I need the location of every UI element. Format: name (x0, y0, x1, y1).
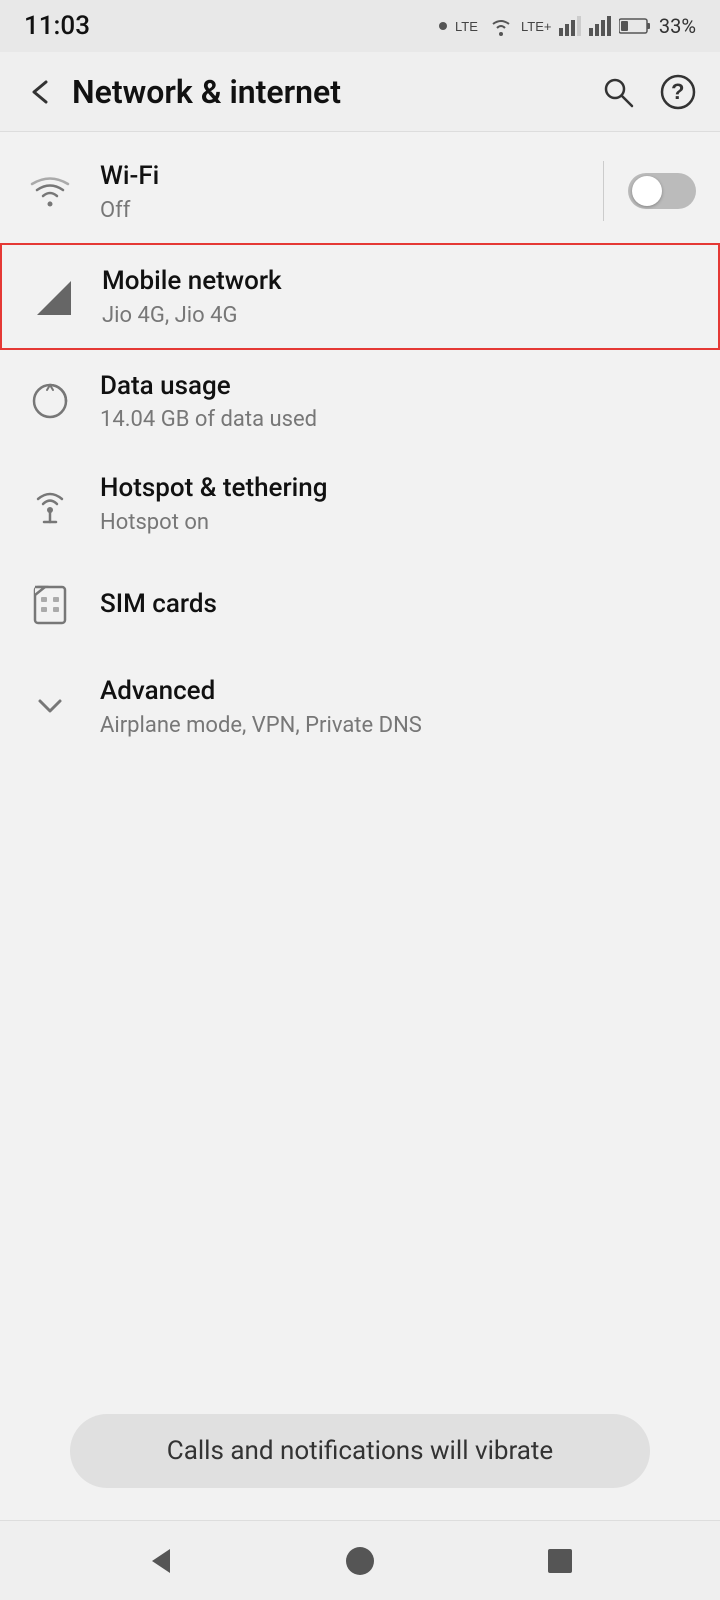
wifi-toggle[interactable] (628, 173, 696, 209)
wifi-sublabel: Off (100, 198, 579, 223)
content-spacer (0, 1082, 720, 1398)
lte-call-icon: LTE (455, 15, 481, 37)
toolbar: Network & internet ? (0, 52, 720, 132)
back-button[interactable] (16, 68, 64, 116)
wifi-toggle-knob (632, 176, 662, 206)
nav-home-icon (342, 1543, 378, 1579)
data-usage-label: Data usage (100, 370, 696, 404)
signal-bars-icon (559, 16, 581, 36)
page-title: Network & internet (72, 73, 592, 111)
data-usage-icon (24, 375, 76, 427)
status-time: 11:03 (24, 11, 90, 41)
settings-item-mobile-network[interactable]: Mobile network Jio 4G, Jio 4G (0, 243, 720, 350)
advanced-sublabel: Airplane mode, VPN, Private DNS (100, 713, 696, 738)
settings-item-wifi[interactable]: Wi-Fi Off (0, 140, 720, 243)
data-usage-text: Data usage 14.04 GB of data used (100, 370, 696, 433)
search-icon (600, 74, 636, 110)
wifi-icon (24, 165, 76, 217)
sim-cards-label: SIM cards (100, 588, 696, 622)
nav-back-icon (142, 1543, 178, 1579)
settings-item-data-usage[interactable]: Data usage 14.04 GB of data used (0, 350, 720, 453)
sim-cards-text: SIM cards (100, 588, 696, 622)
bottom-nav (0, 1520, 720, 1600)
nav-back-button[interactable] (130, 1531, 190, 1591)
status-icons: LTE LTE+ (439, 14, 696, 38)
help-button[interactable]: ? (652, 66, 704, 118)
help-icon: ? (660, 74, 696, 110)
settings-item-hotspot[interactable]: Hotspot & tethering Hotspot on (0, 452, 720, 555)
wifi-status-icon (489, 16, 513, 36)
nav-recents-button[interactable] (530, 1531, 590, 1591)
advanced-text: Advanced Airplane mode, VPN, Private DNS (100, 675, 696, 738)
hotspot-label: Hotspot & tethering (100, 472, 696, 506)
hotspot-icon (24, 478, 76, 530)
wifi-label: Wi-Fi (100, 160, 579, 194)
mobile-network-text: Mobile network Jio 4G, Jio 4G (102, 265, 694, 328)
toolbar-actions: ? (592, 66, 704, 118)
mobile-network-label: Mobile network (102, 265, 694, 299)
svg-text:LTE+: LTE+ (521, 19, 551, 34)
nav-home-button[interactable] (330, 1531, 390, 1591)
nav-recents-icon (542, 1543, 578, 1579)
chevron-down-icon (24, 681, 76, 733)
settings-item-advanced[interactable]: Advanced Airplane mode, VPN, Private DNS (0, 655, 720, 758)
dot-icon (439, 22, 447, 30)
lte-plus-icon: LTE+ (521, 15, 551, 37)
hotspot-sublabel: Hotspot on (100, 510, 696, 535)
svg-text:?: ? (671, 79, 684, 104)
mobile-network-sublabel: Jio 4G, Jio 4G (102, 303, 694, 328)
hotspot-text: Hotspot & tethering Hotspot on (100, 472, 696, 535)
wifi-divider (603, 161, 604, 221)
battery-icon (619, 17, 651, 35)
svg-text:LTE: LTE (455, 19, 478, 34)
status-bar: 11:03 LTE LTE+ (0, 0, 720, 52)
vibrate-toast: Calls and notifications will vibrate (70, 1414, 650, 1488)
wifi-text: Wi-Fi Off (100, 160, 579, 223)
battery-percent: 33% (659, 14, 696, 38)
settings-list: Wi-Fi Off Mobile network Jio 4G, Jio 4G (0, 132, 720, 1082)
data-usage-sublabel: 14.04 GB of data used (100, 407, 696, 432)
settings-item-sim-cards[interactable]: SIM cards (0, 555, 720, 655)
back-arrow-icon (24, 76, 56, 108)
signal-bars-2-icon (589, 16, 611, 36)
toast-container: Calls and notifications will vibrate (0, 1398, 720, 1520)
advanced-label: Advanced (100, 675, 696, 709)
sim-icon (24, 579, 76, 631)
signal-icon (26, 270, 78, 322)
search-button[interactable] (592, 66, 644, 118)
